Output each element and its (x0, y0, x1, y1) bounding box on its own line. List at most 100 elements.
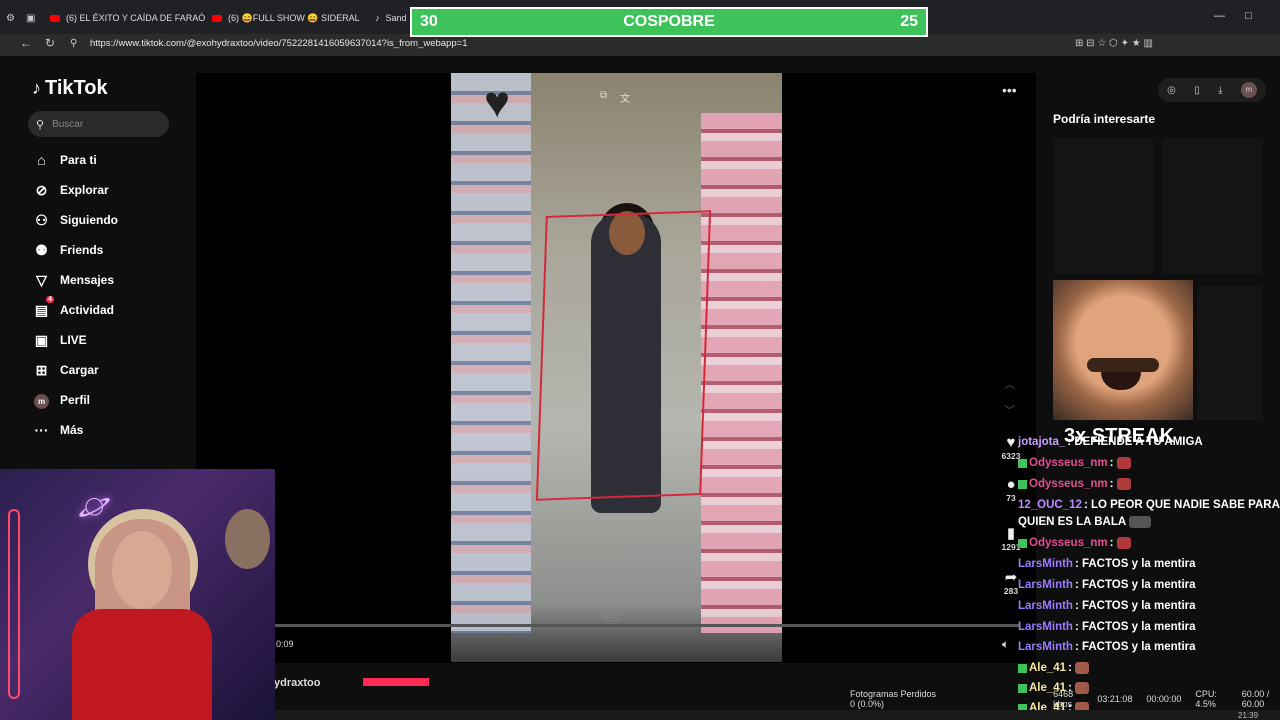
avatar-icon: m (33, 391, 50, 409)
related-thumb[interactable] (1163, 138, 1263, 274)
video-frame[interactable]: NEC (451, 73, 782, 662)
following-icon: ⚇ (35, 211, 48, 228)
badge-icon (1018, 458, 1027, 468)
chat-line: Odysseus_nm: (1018, 457, 1131, 469)
search-icon: ⚲ (36, 118, 45, 131)
planet-neon-icon: 🪐︎ (78, 491, 112, 521)
nav-item-mensajes[interactable]: ▽ Mensajes (33, 270, 114, 290)
more-options-icon[interactable]: ••• (1002, 82, 1017, 98)
nav-label: Perfil (60, 393, 91, 407)
nav-item-cargar[interactable]: ⊞ Cargar (33, 360, 99, 380)
emote-icon (1116, 537, 1131, 549)
shelf-right (701, 113, 782, 633)
related-thumb[interactable] (1197, 286, 1263, 420)
nav-item-actividad[interactable]: ▤ 4 Actividad (33, 295, 115, 320)
maximize-icon[interactable]: □ (1245, 10, 1252, 22)
author-handle[interactable]: ydraxtoo (274, 677, 320, 689)
phone-icon[interactable]: ▯ (1194, 85, 1200, 96)
chevron-up-icon[interactable]: ︿ (1004, 376, 1015, 392)
logo-text: TikTok (45, 77, 108, 99)
activity-icon: ▤ 4 (34, 295, 54, 318)
nav-label: Más (60, 423, 84, 437)
score-title: COSPOBRE (623, 13, 715, 30)
nav-label: Cargar (60, 363, 99, 377)
monitor-brand: NEC (601, 613, 623, 624)
nav-item-perfil[interactable]: m Perfil (33, 390, 90, 410)
tiktok-icon: ♪ (32, 78, 41, 98)
shelf-left (451, 73, 531, 633)
extensions-icons[interactable]: ⊞ ⊟ ☆ ⬡ ✦ ★ ▥ (1075, 38, 1153, 49)
cpu-usage: CPU: 4.5% (1195, 689, 1217, 709)
nav-item-mas[interactable]: ··· Más (33, 420, 84, 440)
chat-line: LarsMinth: FACTOS y la mentira (1018, 621, 1196, 633)
badge-icon (1018, 479, 1027, 489)
score-left: 30 (420, 13, 438, 30)
youtube-icon (50, 14, 60, 22)
score-right: 25 (900, 13, 918, 30)
live-icon: ▣ (34, 331, 49, 348)
related-title: Podría interesarte (1053, 112, 1156, 126)
emote-icon (1116, 457, 1131, 469)
profile-avatar[interactable]: m (1240, 82, 1257, 98)
download-icon[interactable]: ⤓ (1218, 85, 1222, 96)
more-icon: ··· (34, 422, 49, 438)
chat-line: Ale_41: (1018, 662, 1090, 674)
plush-toy (225, 509, 270, 569)
nav-item-explorar[interactable]: ⊘ Explorar (33, 180, 109, 200)
site-info-icon[interactable]: ⚲ (70, 38, 77, 49)
chat-line: 12_OUC_12: LO PEOR QUE NADIE SABE PARA (1018, 499, 1280, 511)
search-placeholder: Buscar (52, 118, 84, 130)
reload-icon[interactable]: ↻ (45, 36, 55, 50)
message-icon: ▽ (36, 271, 47, 288)
back-icon[interactable]: ← (20, 36, 32, 50)
streamer-webcam: 🪐︎ (0, 469, 275, 720)
emote-icon (1075, 662, 1090, 674)
search-input[interactable]: ⚲ Buscar (28, 111, 169, 137)
video-progress-bar[interactable] (275, 624, 1020, 627)
score-overlay: 30 COSPOBRE 25 (410, 7, 928, 37)
clock: 21:39 (1238, 711, 1259, 720)
detection-box (535, 210, 712, 501)
volume-icon[interactable]: 🔈︎ (1002, 637, 1009, 652)
browser-tab-2[interactable]: (6) 😄FULL SHOW 😄 SIDERAL C × (212, 6, 362, 30)
neon-light (8, 509, 20, 699)
tab-title: (6) EL ÉXITO Y CAÍDA DE FARAÓN (66, 13, 205, 23)
url-input[interactable]: https://www.tiktok.com/@exohydraxtoo/vid… (90, 38, 468, 49)
nav-label: Mensajes (60, 273, 115, 287)
nav-item-friends[interactable]: ⚉ Friends (33, 240, 103, 260)
nav-label: Actividad (60, 303, 115, 317)
compass-icon: ⊘ (35, 181, 48, 198)
nav-label: Para ti (60, 153, 97, 167)
nav-label: LIVE (60, 333, 87, 347)
browser-tab-1[interactable]: (6) EL ÉXITO Y CAÍDA DE FARAÓN × (50, 6, 205, 30)
rec-time: 00:00:00 (1146, 694, 1182, 704)
nav-item-para-ti[interactable]: ⌂ Para ti (33, 150, 97, 170)
streamer-shirt (72, 609, 212, 720)
taskbar (275, 710, 1280, 720)
follow-button[interactable] (363, 678, 429, 686)
nav-item-siguiendo[interactable]: ⚇ Siguiendo (33, 210, 118, 230)
youtube-icon (212, 14, 222, 22)
chevron-down-icon[interactable]: ﹀ (1004, 402, 1015, 418)
tiktok-logo[interactable]: ♪ TikTok (32, 77, 108, 100)
compass-icon[interactable]: ◎ (1167, 85, 1176, 96)
translate-icon[interactable]: 文 (620, 90, 630, 105)
browser-tab-3[interactable]: ♪ Sand (375, 6, 415, 30)
meme-face-overlay (1053, 280, 1193, 420)
emote-icon (1116, 478, 1131, 490)
minimize-icon[interactable]: — (1214, 10, 1225, 22)
obs-status-bar: Fotogramas Perdidos 0 (0.0%) 6468 kbps 0… (850, 689, 1280, 709)
window-menu-icon[interactable]: ⚙ (6, 6, 15, 30)
chat-line: LarsMinth: FACTOS y la mentira (1018, 641, 1196, 653)
stream-time: 03:21:08 (1097, 694, 1133, 704)
pip-icon[interactable]: ⧉ (600, 90, 607, 101)
chat-line: QUIEN ES LA BALA (1018, 516, 1151, 528)
related-thumb[interactable] (1053, 138, 1153, 274)
emote-icon (1128, 516, 1151, 528)
tab-list-icon[interactable]: ▣ (26, 6, 35, 30)
tab-title: (6) 😄FULL SHOW 😄 SIDERAL C (228, 12, 362, 23)
nav-item-live[interactable]: ▣ LIVE (33, 330, 87, 350)
tab-title: Sand (385, 13, 407, 23)
nav-label: Siguiendo (60, 213, 118, 227)
mustache (1087, 358, 1159, 372)
